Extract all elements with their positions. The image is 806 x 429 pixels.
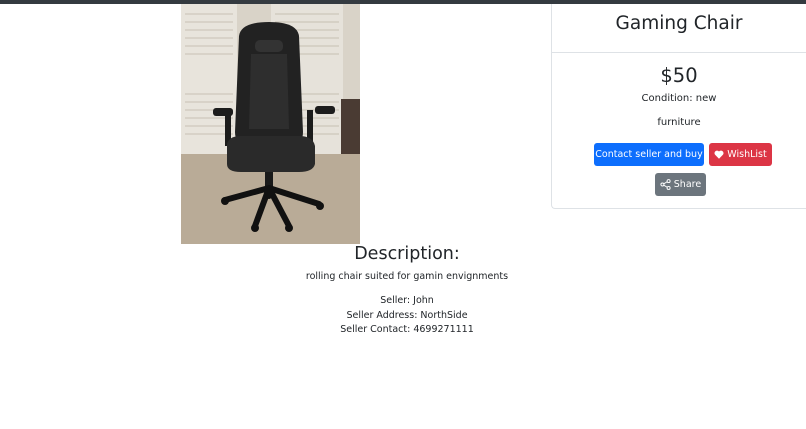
product-category: furniture: [657, 117, 701, 128]
contact-seller-buy-label: Contact seller and buy: [595, 149, 703, 160]
description-section: Description: rolling chair suited for ga…: [181, 244, 633, 338]
seller-name: Seller: John: [380, 295, 434, 306]
seller-contact: Seller Contact: 4699271111: [340, 324, 474, 335]
product-condition: Condition: new: [641, 93, 717, 104]
product-image: [181, 4, 360, 244]
wishlist-button[interactable]: WishList: [709, 143, 772, 166]
seller-info: Seller: John Seller Address: NorthSide S…: [181, 294, 633, 338]
share-icon: [660, 179, 671, 190]
heart-icon: [714, 150, 724, 159]
product-card: Gaming Chair $50 Condition: new furnitur…: [551, 4, 806, 209]
product-title: Gaming Chair: [615, 13, 743, 34]
share-button[interactable]: Share: [655, 173, 706, 196]
share-label: Share: [673, 179, 702, 190]
description-heading: Description:: [354, 244, 460, 264]
product-price: $50: [660, 64, 698, 87]
seller-address: Seller Address: NorthSide: [346, 309, 468, 321]
wishlist-label: WishList: [727, 149, 767, 160]
product-card-header: Gaming Chair: [552, 4, 806, 53]
contact-seller-buy-button[interactable]: Contact seller and buy: [594, 143, 704, 166]
chair-photo-illustration: [181, 4, 360, 244]
description-text: rolling chair suited for gamin envignmen…: [305, 271, 509, 282]
